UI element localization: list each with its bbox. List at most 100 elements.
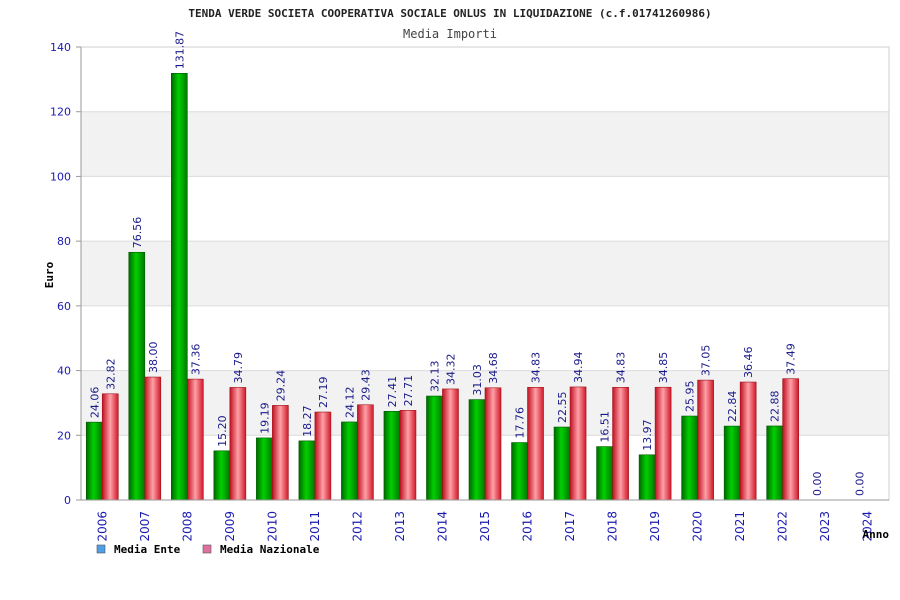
bar-media-nazionale	[314, 411, 332, 501]
chart-title: TENDA VERDE SOCIETA COOPERATIVA SOCIALE …	[188, 7, 711, 20]
x-axis-label: Anno	[863, 528, 890, 541]
data-label: 15.20	[216, 415, 229, 447]
bar-media-ente	[426, 395, 443, 501]
x-tick-label: 2009	[223, 511, 237, 542]
x-tick-label: 2010	[265, 511, 279, 542]
data-label: 34.94	[572, 351, 585, 383]
bar-media-nazionale	[782, 378, 799, 501]
y-tick-label: 100	[50, 170, 71, 183]
bar-media-ente	[638, 454, 656, 501]
data-label: 34.32	[444, 353, 457, 385]
data-label: 37.49	[785, 343, 798, 375]
data-label: 38.00	[147, 342, 160, 374]
bar-media-ente	[681, 415, 698, 501]
bar-media-nazionale	[272, 405, 289, 501]
grid-band	[81, 176, 889, 242]
y-tick-label: 20	[57, 429, 71, 442]
y-tick-label: 40	[57, 365, 71, 378]
data-label: 22.88	[769, 390, 782, 422]
bar-media-ente	[341, 421, 358, 501]
data-label: 76.56	[131, 217, 144, 249]
y-tick-label: 80	[57, 235, 71, 248]
x-tick-label: 2006	[95, 511, 109, 542]
chart-subtitle: Media Importi	[403, 27, 497, 41]
bar-media-ente	[128, 251, 146, 501]
data-label: 18.27	[301, 405, 314, 437]
bar-media-ente	[383, 411, 401, 501]
chart: TENDA VERDE SOCIETA COOPERATIVA SOCIALE …	[43, 7, 890, 556]
legend-label: Media Nazionale	[220, 543, 320, 556]
data-label: 22.55	[556, 392, 569, 424]
data-label: 17.76	[514, 407, 527, 439]
bar-media-ente	[468, 399, 486, 501]
bar-media-nazionale	[357, 404, 374, 501]
bar-media-nazionale	[101, 393, 119, 501]
data-label: 34.79	[232, 352, 245, 384]
grid-band	[81, 241, 889, 306]
bar-media-nazionale	[527, 387, 544, 501]
data-label: 0.00	[854, 472, 867, 497]
legend: Media Ente Media Nazionale	[96, 543, 320, 556]
bar-media-nazionale	[654, 386, 672, 501]
x-tick-label: 2015	[478, 511, 492, 542]
y-axis-label: Euro	[43, 261, 56, 288]
data-label: 24.12	[343, 386, 356, 418]
data-label: 16.51	[599, 411, 612, 443]
bar-media-nazionale	[612, 387, 629, 501]
bar-media-nazionale	[484, 387, 502, 501]
data-label: 13.97	[641, 419, 654, 451]
data-label: 27.41	[386, 376, 399, 408]
data-label: 37.36	[189, 344, 202, 376]
data-label: 34.68	[487, 352, 500, 384]
data-label: 29.43	[359, 369, 372, 401]
data-label: 0.00	[811, 472, 824, 497]
data-label: 32.13	[428, 361, 441, 393]
x-axis: 2006 2007 2008 2009 2010 2011 2012 2013 2014 2015…	[81, 499, 889, 542]
x-tick-label: 2021	[733, 511, 747, 542]
y-tick-label: 60	[57, 300, 71, 313]
bar-media-ente	[298, 440, 316, 501]
bar-media-nazionale	[187, 378, 204, 501]
bar-media-ente	[171, 73, 188, 501]
data-label: 31.03	[471, 364, 484, 396]
data-label: 29.24	[274, 370, 287, 402]
data-label: 32.82	[104, 358, 117, 390]
data-label: 24.06	[88, 387, 101, 419]
x-tick-label: 2008	[180, 511, 194, 542]
x-tick-label: 2013	[393, 511, 407, 542]
bar-media-nazionale	[569, 386, 587, 501]
x-tick-label: 2018	[606, 511, 620, 542]
y-tick-label: 140	[50, 41, 71, 54]
legend-swatch	[96, 544, 106, 554]
data-label: 34.85	[657, 352, 670, 384]
x-tick-label: 2023	[818, 511, 832, 542]
x-tick-label: 2011	[308, 511, 322, 542]
data-label: 27.19	[317, 377, 330, 409]
data-label: 131.87	[173, 31, 186, 70]
bar-media-ente	[723, 425, 741, 501]
legend-label: Media Ente	[114, 543, 181, 556]
x-tick-label: 2012	[350, 511, 364, 542]
x-tick-label: 2020	[691, 511, 705, 542]
bar-media-nazionale	[399, 410, 417, 501]
legend-swatch	[202, 544, 212, 554]
bar-media-ente	[85, 421, 103, 501]
bar-media-ente	[213, 450, 231, 501]
y-tick-label: 120	[50, 106, 71, 119]
bar-media-nazionale	[697, 379, 714, 501]
data-label: 27.71	[402, 375, 415, 407]
bar-media-ente	[553, 426, 571, 501]
x-tick-label: 2016	[521, 511, 535, 542]
bar-media-ente	[511, 442, 528, 501]
bar-media-nazionale	[739, 381, 757, 501]
grid-band	[81, 111, 889, 177]
data-label: 22.84	[726, 391, 739, 423]
bar-media-nazionale	[442, 388, 459, 501]
x-tick-label: 2017	[563, 511, 577, 542]
data-label: 34.83	[615, 352, 628, 384]
x-tick-label: 2014	[435, 511, 449, 542]
bar-media-ente	[256, 437, 273, 501]
y-tick-label: 0	[64, 494, 71, 507]
x-tick-label: 2007	[138, 511, 152, 542]
data-label: 34.83	[530, 352, 543, 384]
